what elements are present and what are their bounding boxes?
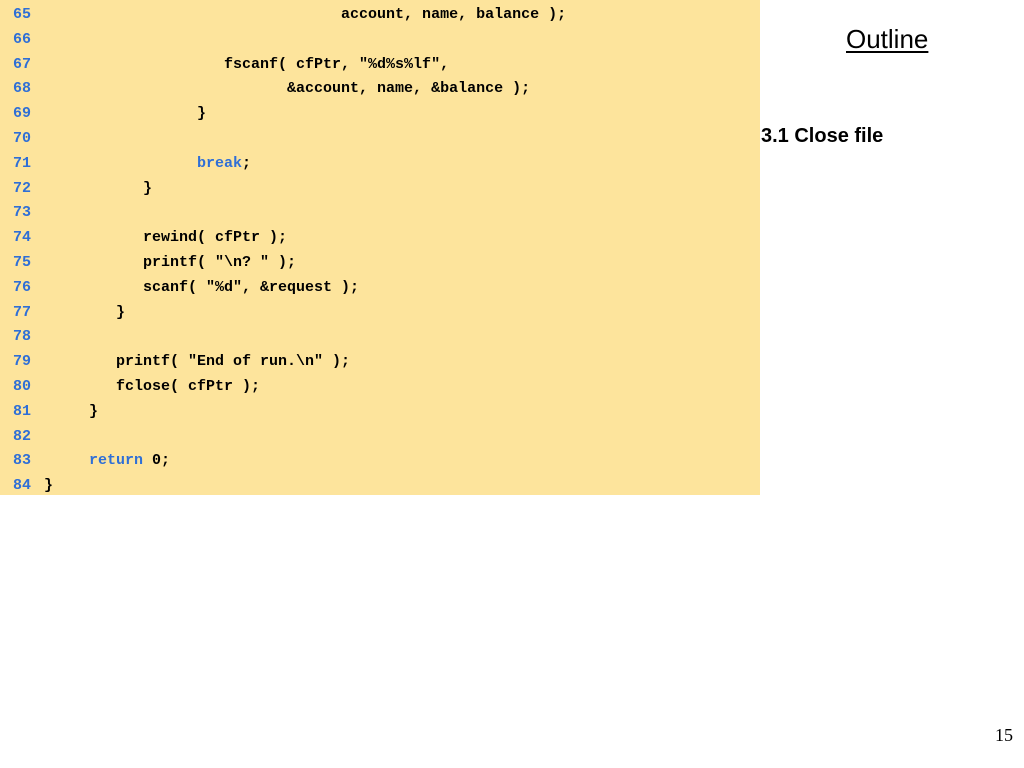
line-number: 72: [12, 179, 31, 197]
line-number: 68: [12, 80, 31, 98]
code-segment: account, name, balance );: [44, 6, 567, 23]
code-text: fscanf( cfPtr, "%d%s%lf",: [44, 53, 449, 78]
code-segment: &account, name, &balance );: [44, 80, 531, 98]
line-number: 74: [12, 229, 31, 247]
line-number: 76: [12, 278, 31, 296]
code-keyword: break: [197, 154, 243, 172]
code-segment: }: [44, 477, 54, 495]
line-number: 83: [12, 452, 31, 470]
code-line: 73: [0, 201, 760, 226]
code-segment: scanf( "%d", &request );: [44, 278, 360, 296]
line-number: 73: [12, 204, 31, 222]
line-number: 77: [12, 303, 31, 321]
line-number: 80: [12, 378, 31, 395]
code-line: 80 fclose( cfPtr );: [0, 375, 760, 400]
section-label: 3.1 Close file: [761, 125, 884, 147]
code-line: 81 }: [0, 400, 760, 425]
code-line: 78: [0, 325, 760, 350]
code-line: 70: [0, 127, 760, 152]
code-text: printf( "End of run.\n" );: [44, 350, 350, 375]
code-line: 67 fscanf( cfPtr, "%d%s%lf",: [0, 53, 760, 78]
code-listing: 65 account, name, balance ); 66 67 fscanf(…: [0, 0, 760, 495]
code-text: account, name, balance );: [44, 3, 566, 28]
line-number: 66: [12, 30, 31, 48]
code-line: 66: [0, 28, 760, 53]
code-text: fclose( cfPtr );: [44, 375, 260, 400]
line-number: 70: [12, 130, 31, 147]
line-number: 65: [12, 6, 31, 23]
code-line: 71 break;: [0, 152, 760, 177]
code-segment: }: [44, 105, 207, 123]
code-text: }: [44, 400, 98, 425]
line-number: 81: [12, 402, 31, 420]
code-text: scanf( "%d", &request );: [44, 276, 359, 301]
line-number: 67: [12, 55, 31, 73]
line-number: 75: [12, 254, 31, 271]
page-number: 15: [995, 725, 1013, 745]
code-line: 84}: [0, 474, 760, 499]
code-line: 74 rewind( cfPtr );: [0, 226, 760, 251]
code-line: 79 printf( "End of run.\n" );: [0, 350, 760, 375]
code-segment: fscanf( cfPtr, "%d%s%lf",: [44, 55, 450, 73]
code-line: 69 }: [0, 102, 760, 127]
code-text: break;: [44, 152, 251, 177]
code-text: }: [44, 177, 152, 202]
code-segment: printf( "End of run.\n" );: [44, 353, 351, 371]
code-line: 77 }: [0, 301, 760, 326]
code-line: 76 scanf( "%d", &request );: [0, 276, 760, 301]
code-segment: }: [44, 402, 99, 420]
line-number: 71: [12, 154, 31, 172]
code-line: 75 printf( "\n? " );: [0, 251, 760, 276]
code-segment: 0;: [143, 452, 171, 470]
code-text: }: [44, 301, 125, 326]
outline-title[interactable]: Outline: [846, 24, 928, 55]
code-line: 83 return 0;: [0, 449, 760, 474]
line-number: 69: [12, 105, 31, 123]
code-text: printf( "\n? " );: [44, 251, 296, 276]
code-line: 68 &account, name, &balance );: [0, 77, 760, 102]
code-segment: printf( "\n? " );: [44, 254, 297, 271]
line-number: 78: [12, 328, 31, 346]
code-segment: ;: [242, 154, 252, 172]
code-segment: fclose( cfPtr );: [44, 378, 261, 395]
code-segment: }: [44, 179, 153, 197]
code-text: }: [44, 102, 206, 127]
code-text: return 0;: [44, 449, 170, 474]
line-number: 84: [12, 477, 31, 495]
code-keyword: return: [89, 452, 144, 470]
line-number: 79: [12, 353, 31, 371]
line-number: 82: [12, 427, 31, 445]
code-line: 82: [0, 425, 760, 450]
code-line: 65 account, name, balance );: [0, 3, 760, 28]
code-text: }: [44, 474, 53, 499]
code-text: &account, name, &balance );: [44, 77, 530, 102]
code-segment: rewind( cfPtr );: [44, 229, 288, 247]
code-line: 72 }: [0, 177, 760, 202]
code-segment: }: [44, 303, 126, 321]
code-text: rewind( cfPtr );: [44, 226, 287, 251]
